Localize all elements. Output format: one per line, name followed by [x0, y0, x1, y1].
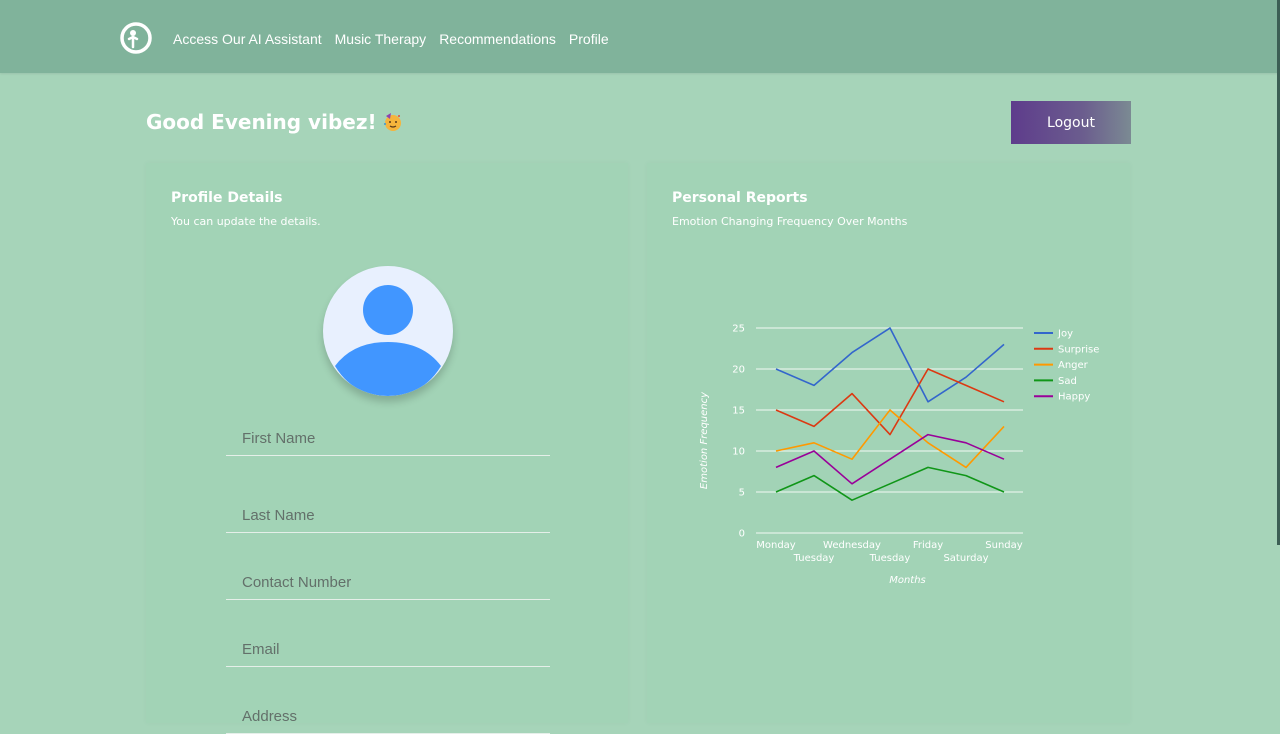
emotion-frequency-chart: 0510152025MondayTuesdayWednesdayTuesdayF… — [699, 324, 1099, 587]
greeting-row: Good Evening vibez! — [146, 110, 403, 134]
profile-details-card: Profile Details You can update the detai… — [146, 163, 628, 734]
personal-reports-card: Personal Reports Emotion Changing Freque… — [647, 163, 1130, 723]
first-name-field[interactable] — [226, 422, 550, 456]
y-tick-label: 25 — [732, 324, 745, 335]
x-tick-label: Wednesday — [823, 540, 881, 551]
main-nav: Access Our AI Assistant Music Therapy Re… — [173, 31, 622, 47]
email-field[interactable] — [226, 633, 550, 667]
party-face-icon — [383, 113, 401, 131]
profile-details-subtitle: You can update the details. — [171, 215, 321, 228]
y-axis-title: Emotion Frequency — [699, 391, 710, 489]
nav-link-ai-assistant[interactable]: Access Our AI Assistant — [173, 31, 322, 47]
series-line-surprise — [775, 368, 1005, 436]
legend-label: Surprise — [1058, 344, 1099, 355]
y-tick-label: 0 — [739, 529, 745, 540]
x-tick-label: Tuesday — [793, 553, 835, 564]
series-line-sad — [775, 466, 1005, 502]
y-tick-label: 20 — [732, 365, 745, 376]
user-avatar-icon — [335, 285, 441, 396]
y-tick-label: 15 — [732, 406, 745, 417]
legend-label: Joy — [1057, 329, 1073, 340]
address-field[interactable] — [226, 700, 550, 734]
app-logo-icon[interactable] — [120, 22, 152, 54]
nav-link-music-therapy[interactable]: Music Therapy — [335, 31, 427, 47]
avatar[interactable] — [323, 266, 453, 396]
legend-label: Anger — [1058, 360, 1089, 371]
series-line-joy — [775, 327, 1005, 403]
y-tick-label: 5 — [739, 488, 745, 499]
legend-label: Happy — [1058, 392, 1090, 403]
last-name-field[interactable] — [226, 499, 550, 533]
x-tick-label: Friday — [913, 540, 943, 551]
logout-button[interactable]: Logout — [1011, 101, 1131, 144]
navbar: Access Our AI Assistant Music Therapy Re… — [0, 0, 1280, 73]
x-tick-label: Saturday — [943, 553, 988, 564]
x-tick-label: Monday — [756, 540, 796, 551]
nav-link-profile[interactable]: Profile — [569, 31, 609, 47]
contact-number-field[interactable] — [226, 566, 550, 600]
x-tick-label: Sunday — [985, 540, 1022, 551]
x-axis-title: Months — [889, 575, 926, 586]
profile-details-title: Profile Details — [171, 190, 283, 206]
legend-label: Sad — [1058, 376, 1077, 387]
y-tick-label: 10 — [732, 447, 745, 458]
x-tick-label: Tuesday — [869, 553, 911, 564]
greeting-text: Good Evening vibez! — [146, 110, 377, 134]
nav-link-recommendations[interactable]: Recommendations — [439, 31, 556, 47]
